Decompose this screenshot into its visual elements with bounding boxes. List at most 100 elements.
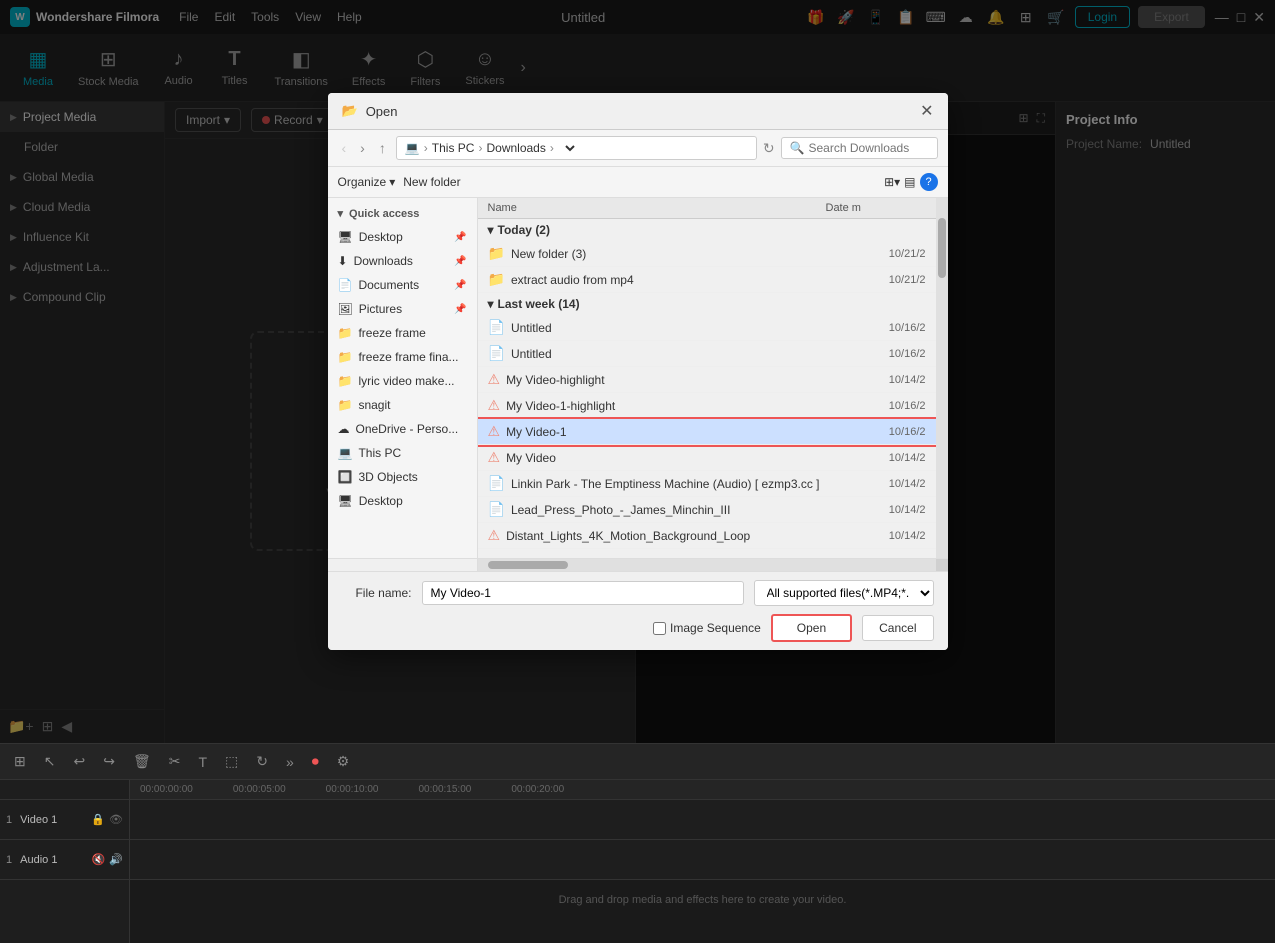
group-last-week[interactable]: ▾ Last week (14) <box>478 293 936 315</box>
filetype-select[interactable]: All supported files(*.MP4;*.FLV; <box>754 580 934 606</box>
add-track-button[interactable]: ⊞ <box>10 751 30 772</box>
organize-label: Organize <box>338 175 387 189</box>
file-item-untitled-2[interactable]: 📄 Untitled 10/16/2 <box>478 341 936 367</box>
cursor-tool[interactable]: ↖ <box>40 751 60 772</box>
file-item-lead-press[interactable]: 📄 Lead_Press_Photo_-_James_Minchin_III 1… <box>478 497 936 523</box>
nav-forward-button[interactable]: › <box>356 138 369 158</box>
nav-refresh-button[interactable]: ↻ <box>763 140 775 157</box>
audio-mute-icon[interactable]: 🔇 <box>92 853 106 866</box>
sidebar-3d-objects[interactable]: 🔲 3D Objects <box>328 465 477 489</box>
this-pc-icon: 💻 <box>338 446 353 460</box>
timeline-ruler: 00:00:00:00 00:00:05:00 00:00:10:00 00:0… <box>130 780 1275 943</box>
file-date-extract-audio: 10/21/2 <box>826 274 926 286</box>
video-lock-icon[interactable]: 🔒 <box>91 813 105 826</box>
sidebar-quick-access-label: Quick access <box>349 208 419 220</box>
more-tools[interactable]: » <box>282 752 298 772</box>
nav-path-downloads[interactable]: Downloads <box>486 141 545 155</box>
file-item-new-folder-3[interactable]: 📁 New folder (3) 10/21/2 <box>478 241 936 267</box>
view-toggle-button[interactable]: ⊞▾ <box>884 173 900 191</box>
sidebar-desktop2[interactable]: 🖥 Desktop <box>328 489 477 513</box>
sidebar-downloads[interactable]: ⬇ Downloads 📌 <box>328 249 477 273</box>
dialog-vscroll-thumb[interactable] <box>938 218 946 278</box>
dialog-sidebar: ▾ Quick access 🖥 Desktop 📌 ⬇ Downloads 📌… <box>328 198 478 558</box>
cancel-button[interactable]: Cancel <box>862 615 933 641</box>
open-dialog: 📂 Open ✕ ‹ › ↑ 💻 › This PC › Downloads ›… <box>328 93 948 650</box>
nav-path-select[interactable]: ▾ <box>558 140 578 156</box>
audio-track-header: 1 Audio 1 🔇 🔊 <box>0 840 129 880</box>
file-name-my-video: ⚠ My Video <box>488 449 826 466</box>
dialog-vscrollbar[interactable] <box>936 198 948 558</box>
audio-volume-icon[interactable]: 🔊 <box>109 853 123 866</box>
group-today-label: Today (2) <box>498 223 550 237</box>
dialog-hscrollbar[interactable] <box>478 559 936 571</box>
delete-button[interactable]: 🗑 <box>129 751 155 772</box>
record-timeline-button[interactable]: ⏺ <box>308 751 323 772</box>
image-sequence-checkbox[interactable] <box>653 622 666 635</box>
ruler-mark-4: 00:00:20:00 <box>511 784 564 795</box>
crop-tool[interactable]: ⬚ <box>221 751 242 772</box>
audio-track-label: Audio 1 <box>20 854 57 866</box>
col-name-header[interactable]: Name <box>488 202 826 214</box>
file-name-untitled-1: 📄 Untitled <box>488 319 826 336</box>
cut-button[interactable]: ✂ <box>165 751 185 772</box>
rotate-tool[interactable]: ↻ <box>252 751 272 772</box>
sidebar-documents-label: Documents <box>358 278 419 292</box>
video-track-num: 1 <box>6 814 12 826</box>
nav-computer-icon: 💻 <box>405 141 420 155</box>
help-button[interactable]: ? <box>920 173 938 191</box>
nav-back-button[interactable]: ‹ <box>338 138 351 158</box>
video-track-label: Video 1 <box>20 814 57 826</box>
pictures-pin-icon: 📌 <box>454 304 466 315</box>
file-date-my-video-1: 10/16/2 <box>826 426 926 438</box>
new-folder-button[interactable]: New folder <box>403 175 460 189</box>
sidebar-pictures[interactable]: 🖼 Pictures 📌 <box>328 297 477 321</box>
freeze-frame-final-icon: 📁 <box>338 350 353 364</box>
sidebar-this-pc[interactable]: 💻 This PC <box>328 441 477 465</box>
dialog-hscroll-area <box>328 558 948 571</box>
dialog-close-button[interactable]: ✕ <box>920 101 933 121</box>
file-item-my-video-1-highlight[interactable]: ⚠ My Video-1-highlight 10/16/2 <box>478 393 936 419</box>
sidebar-freeze-frame[interactable]: 📁 freeze frame <box>328 321 477 345</box>
open-button[interactable]: Open <box>771 614 852 642</box>
file-item-untitled-1[interactable]: 📄 Untitled 10/16/2 <box>478 315 936 341</box>
undo-button[interactable]: ↩ <box>69 751 89 772</box>
redo-button[interactable]: ↪ <box>99 751 119 772</box>
text-tool[interactable]: T <box>194 752 211 772</box>
nav-path-thispc[interactable]: This PC <box>432 141 475 155</box>
sidebar-freeze-frame-label: freeze frame <box>358 326 425 340</box>
file-item-extract-audio[interactable]: 📁 extract audio from mp4 10/21/2 <box>478 267 936 293</box>
settings-button[interactable]: ⚙ <box>333 751 354 772</box>
sidebar-snagit[interactable]: 📁 snagit <box>328 393 477 417</box>
col-date-header[interactable]: Date m <box>826 202 926 214</box>
onedrive-icon: ☁ <box>338 422 350 436</box>
filename-input[interactable] <box>422 581 744 605</box>
group-today[interactable]: ▾ Today (2) <box>478 219 936 241</box>
sidebar-lyric-video[interactable]: 📁 lyric video make... <box>328 369 477 393</box>
nav-up-button[interactable]: ↑ <box>375 138 390 158</box>
video-icon-my-video-highlight: ⚠ <box>488 371 501 388</box>
ruler-bar: 00:00:00:00 00:00:05:00 00:00:10:00 00:0… <box>130 780 1275 800</box>
sidebar-desktop[interactable]: 🖥 Desktop 📌 <box>328 225 477 249</box>
file-item-distant-lights[interactable]: ⚠ Distant_Lights_4K_Motion_Background_Lo… <box>478 523 936 549</box>
sidebar-onedrive[interactable]: ☁ OneDrive - Perso... <box>328 417 477 441</box>
filename-row: File name: All supported files(*.MP4;*.F… <box>342 580 934 606</box>
preview-pane-button[interactable]: ▤ <box>904 173 915 191</box>
file-item-linkin-park[interactable]: 📄 Linkin Park - The Emptiness Machine (A… <box>478 471 936 497</box>
organize-button[interactable]: Organize ▾ <box>338 175 396 189</box>
sidebar-freeze-frame-final[interactable]: 📁 freeze frame fina... <box>328 345 477 369</box>
search-icon: 🔍 <box>790 141 805 155</box>
file-name-untitled-2: 📄 Untitled <box>488 345 826 362</box>
image-sequence-checkbox-label[interactable]: Image Sequence <box>653 621 761 635</box>
video-eye-icon[interactable]: 👁 <box>109 813 123 826</box>
file-item-my-video-1[interactable]: ⚠ My Video-1 10/16/2 <box>478 419 936 445</box>
search-input[interactable] <box>809 141 929 155</box>
dialog-hscroll-thumb[interactable] <box>488 561 568 569</box>
file-label-lead-press: Lead_Press_Photo_-_James_Minchin_III <box>511 503 730 517</box>
dialog-body: ▾ Quick access 🖥 Desktop 📌 ⬇ Downloads 📌… <box>328 198 948 558</box>
audio-track-icons: 🔇 🔊 <box>92 853 123 866</box>
file-item-my-video-highlight[interactable]: ⚠ My Video-highlight 10/14/2 <box>478 367 936 393</box>
file-item-my-video[interactable]: ⚠ My Video 10/14/2 <box>478 445 936 471</box>
sidebar-documents[interactable]: 📄 Documents 📌 <box>328 273 477 297</box>
file-date-distant-lights: 10/14/2 <box>826 530 926 542</box>
file-name-my-video-1: ⚠ My Video-1 <box>488 423 826 440</box>
